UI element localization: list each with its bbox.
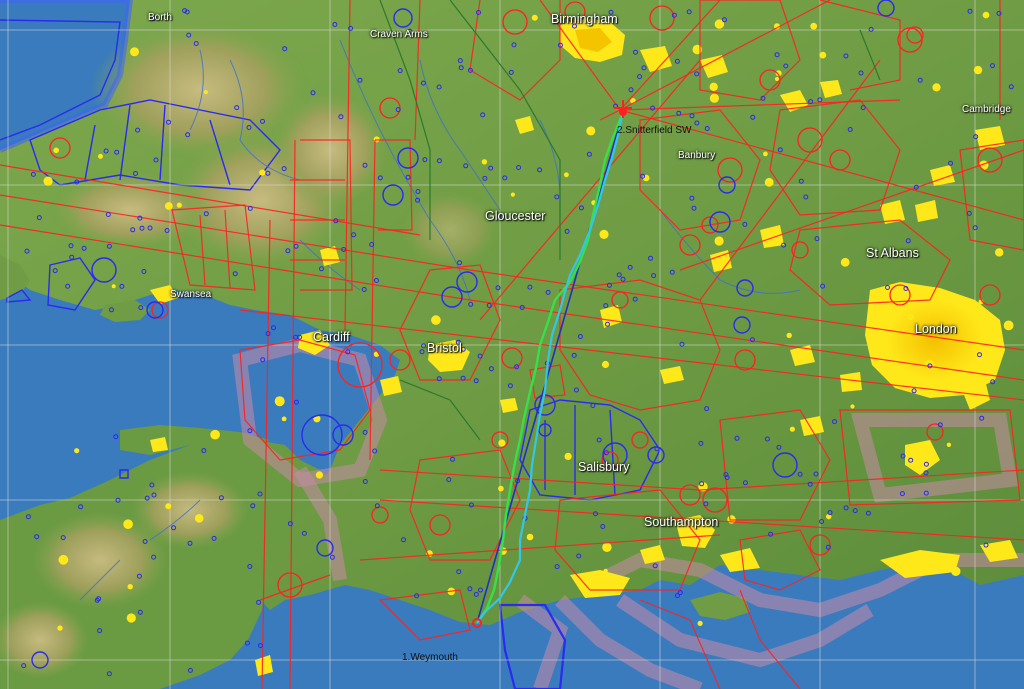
town-dot xyxy=(203,90,208,95)
town-dot xyxy=(763,151,768,157)
town-dot xyxy=(995,248,1004,257)
town-dot xyxy=(165,503,172,510)
town-dot xyxy=(601,360,610,369)
town-dot xyxy=(697,620,703,627)
town-dot xyxy=(932,83,941,92)
town-dot xyxy=(951,566,961,576)
town-dot xyxy=(123,519,133,529)
town-dot xyxy=(602,542,612,552)
town-dot xyxy=(57,625,63,631)
town-dot xyxy=(176,202,182,208)
town-dot xyxy=(764,177,774,187)
town-dot xyxy=(907,313,914,321)
town-dot xyxy=(111,284,116,289)
town-dot xyxy=(603,568,608,573)
town-dot xyxy=(982,11,990,19)
town-dot xyxy=(498,485,504,492)
town-dot xyxy=(510,192,515,197)
town-dot xyxy=(126,613,136,623)
map-view[interactable]: Borth Craven Arms Birmingham Cambridge B… xyxy=(0,0,1024,689)
map-canvas[interactable] xyxy=(0,0,1024,689)
town-dot xyxy=(564,452,572,460)
town-dot xyxy=(274,396,285,407)
town-dot xyxy=(74,448,80,454)
town-dot xyxy=(130,47,139,57)
town-dot xyxy=(586,126,596,136)
town-dot xyxy=(315,471,323,479)
town-dot xyxy=(164,202,173,210)
town-dot xyxy=(946,442,952,447)
town-dot xyxy=(819,51,827,59)
town-dot xyxy=(526,533,534,541)
town-dot xyxy=(1003,320,1014,331)
town-dot xyxy=(564,172,569,178)
waypoint-label-end[interactable]: 2.Snitterfield SW xyxy=(617,125,691,136)
town-dot xyxy=(481,159,488,165)
town-dot xyxy=(599,229,609,239)
town-dot xyxy=(127,584,133,590)
town-dot xyxy=(714,236,724,246)
town-dot xyxy=(973,65,983,75)
town-dot xyxy=(98,153,103,159)
town-dot xyxy=(775,77,779,81)
town-dot xyxy=(897,291,903,296)
town-dot xyxy=(210,429,220,440)
town-dot xyxy=(259,169,266,176)
town-dot xyxy=(786,332,792,339)
town-dot xyxy=(53,147,59,154)
town-dot xyxy=(709,82,718,92)
town-dot xyxy=(709,93,720,103)
town-dot xyxy=(840,257,850,267)
town-dot xyxy=(431,315,441,325)
town-dot xyxy=(498,439,506,447)
waypoint-label-start[interactable]: 1.Weymouth xyxy=(402,652,458,663)
town-dot xyxy=(850,404,855,409)
town-dot xyxy=(810,22,818,30)
town-dot xyxy=(58,554,69,565)
town-dot xyxy=(531,14,538,21)
town-dot xyxy=(281,416,287,422)
town-dot xyxy=(194,514,204,523)
town-dot xyxy=(789,426,796,432)
town-dot xyxy=(43,176,53,186)
